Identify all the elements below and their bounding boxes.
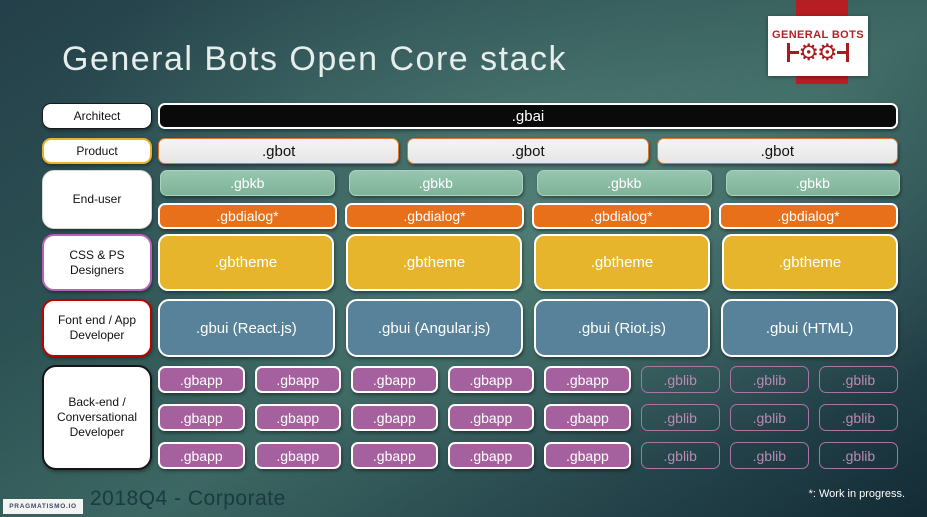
stack-box-gbtheme: .gbtheme	[158, 234, 334, 291]
role-label-architect: Architect	[42, 103, 152, 129]
role-label-text: Font end / App Developer	[57, 313, 137, 342]
role-label-text: Product	[76, 143, 118, 158]
stack-box-gbdialog: .gbdialog*	[345, 203, 524, 229]
stack-box-gbot: .gbot	[407, 138, 649, 164]
role-label-front-end-app-developer: Font end / App Developer	[42, 299, 152, 357]
stack-box-gbkb: .gbkb	[348, 170, 523, 196]
stack-box-gbui-riot: .gbui (Riot.js)	[533, 299, 711, 357]
stack-box-gbapp: .gbapp	[158, 442, 245, 469]
stack-box-gbkb: .gbkb	[160, 170, 335, 196]
row-gbui: .gbui (React.js) .gbui (Angular.js) .gbu…	[158, 299, 898, 357]
stack-box-gbui-react: .gbui (React.js)	[158, 299, 335, 357]
stack-box-gbtheme: .gbtheme	[534, 234, 710, 291]
role-label-text: Back-end / Conversational Developer	[56, 395, 138, 439]
stack-box-gbapp: .gbapp	[544, 366, 631, 393]
stack-box-gbapp: .gbapp	[544, 404, 631, 431]
pragmatismo-logo-text: PRAGMATISMO.IO	[9, 503, 77, 510]
role-label-text: End-user	[72, 192, 122, 206]
general-bots-logo: GENERAL BOTS ⚙ ⚙	[768, 16, 868, 76]
stack-box-gbapp: .gbapp	[254, 366, 342, 393]
role-label-css-ps-designers: CSS & PS Designers	[42, 234, 152, 291]
row-gbapp-gblib-1: .gbapp .gbapp .gbapp .gbapp .gbapp .gbli…	[158, 366, 899, 393]
stack-box-gbapp: .gbapp	[158, 366, 245, 393]
stack-box-gbapp: .gbapp	[447, 404, 535, 431]
stack-box-gbapp: .gbapp	[351, 366, 438, 393]
row-gbapp-gblib-2: .gbapp .gbapp .gbapp .gbapp .gbapp .gbli…	[158, 404, 899, 431]
stack-box-gbkb: .gbkb	[537, 170, 712, 196]
role-label-back-end-conversational-developer: Back-end / Conversational Developer	[42, 365, 152, 470]
stack-box-gbtheme: .gbtheme	[722, 234, 898, 291]
row-gbai: .gbai	[158, 103, 898, 129]
stack-box-gbapp: .gbapp	[351, 442, 438, 469]
stack-box-gbai: .gbai	[158, 103, 898, 129]
gear-icon: ⚙	[798, 39, 819, 66]
stack-box-gbot: .gbot	[158, 138, 400, 164]
stack-box-gbui-html: .gbui (HTML)	[721, 299, 898, 357]
stack-box-gbdialog: .gbdialog*	[158, 203, 337, 229]
stack-box-gbapp: .gbapp	[254, 442, 342, 469]
slide: General Bots Open Core stack GENERAL BOT…	[0, 0, 927, 517]
footer-version-text: 2018Q4 - Corporate	[90, 487, 286, 510]
stack-box-gbapp: .gbapp	[351, 404, 438, 431]
role-label-text: Architect	[73, 108, 121, 123]
gear-line-right-bar	[845, 43, 849, 62]
stack-box-gbtheme: .gbtheme	[346, 234, 522, 291]
stack-box-gblib: .gblib	[729, 366, 809, 393]
row-gbapp-gblib-3: .gbapp .gbapp .gbapp .gbapp .gbapp .gbli…	[158, 442, 899, 469]
stack-box-gbdialog: .gbdialog*	[719, 203, 898, 229]
stack-box-gbdialog: .gbdialog*	[532, 203, 711, 229]
page-title: General Bots Open Core stack	[62, 40, 568, 78]
footnote-work-in-progress: *: Work in progress.	[808, 488, 905, 500]
stack-box-gblib: .gblib	[729, 404, 809, 431]
role-label-text: CSS & PS Designers	[69, 247, 125, 277]
stack-box-gblib: .gblib	[818, 442, 899, 469]
stack-box-gblib: .gblib	[729, 442, 809, 469]
row-gbot: .gbot .gbot .gbot	[158, 138, 898, 164]
stack-box-gbui-angular: .gbui (Angular.js)	[345, 299, 523, 357]
row-gbkb: .gbkb .gbkb .gbkb .gbkb	[158, 170, 902, 196]
stack-box-gblib: .gblib	[640, 404, 720, 431]
row-gbdialog: .gbdialog* .gbdialog* .gbdialog* .gbdial…	[158, 203, 898, 229]
gears-icon: ⚙ ⚙	[787, 39, 849, 66]
stack-box-gblib: .gblib	[818, 366, 899, 393]
pragmatismo-logo: PRAGMATISMO.IO	[3, 499, 83, 514]
role-label-product: Product	[42, 138, 152, 164]
logo-brand-text: GENERAL BOTS	[772, 28, 864, 41]
stack-box-gbkb: .gbkb	[725, 170, 900, 196]
stack-box-gblib: .gblib	[818, 404, 899, 431]
stack-box-gbapp: .gbapp	[447, 366, 535, 393]
gear-icon: ⚙	[817, 39, 838, 66]
stack-box-gbapp: .gbapp	[447, 442, 535, 469]
stack-box-gblib: .gblib	[640, 366, 720, 393]
gear-line-right	[836, 51, 846, 54]
stack-box-gbapp: .gbapp	[544, 442, 631, 469]
stack-box-gblib: .gblib	[640, 442, 720, 469]
stack-box-gbapp: .gbapp	[158, 404, 245, 431]
stack-box-gbot: .gbot	[656, 138, 898, 164]
role-label-end-user: End-user	[42, 170, 152, 229]
stack-box-gbapp: .gbapp	[254, 404, 342, 431]
row-gbtheme: .gbtheme .gbtheme .gbtheme .gbtheme	[158, 234, 898, 291]
